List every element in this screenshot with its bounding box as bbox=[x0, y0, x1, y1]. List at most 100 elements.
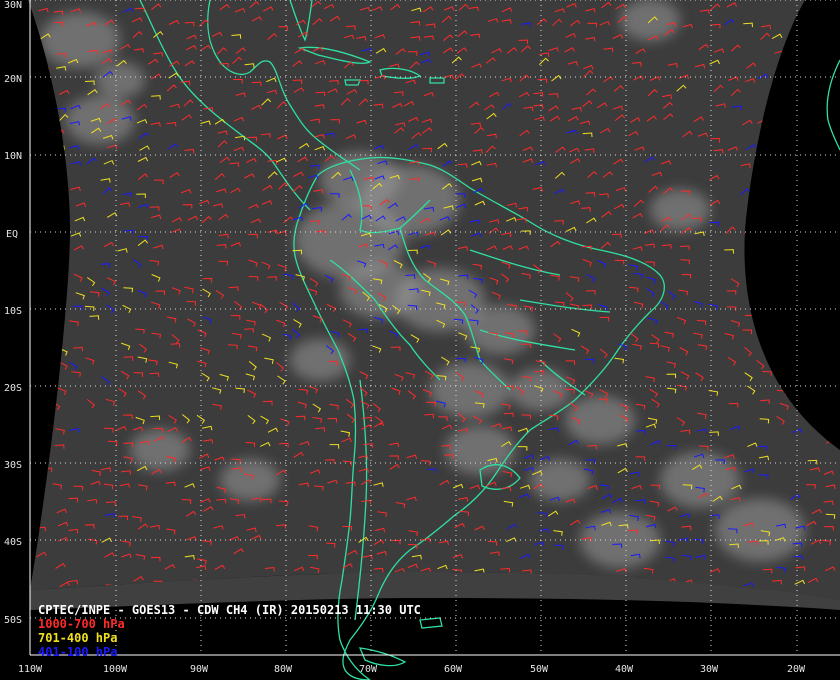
cloud-patch bbox=[510, 369, 570, 411]
wind-barb-icon bbox=[42, 206, 54, 211]
wind-barb-icon bbox=[36, 300, 46, 309]
cloud-patch bbox=[650, 189, 710, 231]
wind-barb-icon bbox=[779, 225, 790, 233]
legend-low-level: 1000-700 hPa bbox=[38, 617, 125, 631]
wind-barb-icon bbox=[806, 132, 817, 140]
wind-barb-icon bbox=[39, 102, 50, 110]
wind-barb-icon bbox=[808, 51, 819, 57]
wind-barb-icon bbox=[810, 65, 821, 70]
wind-barb-icon bbox=[825, 233, 835, 238]
legend-high-level: 401-100 hPa bbox=[38, 645, 118, 659]
wind-barb-icon bbox=[823, 375, 832, 385]
wind-barb-icon bbox=[763, 287, 774, 292]
longitude-labels: 110W 100W 90W 80W 70W 60W 50W 40W 30W 20… bbox=[18, 664, 806, 675]
wind-barb-icon bbox=[823, 427, 835, 433]
lat-label: 30N bbox=[4, 0, 22, 11]
wind-barb-icon bbox=[811, 171, 823, 176]
wind-barb-icon bbox=[758, 132, 770, 138]
cloud-patch bbox=[130, 429, 190, 471]
lon-label: 60W bbox=[444, 664, 463, 675]
wind-barb-icon bbox=[788, 112, 799, 120]
wind-barb-icon bbox=[776, 201, 787, 209]
wind-barb-icon bbox=[38, 127, 49, 135]
map-caption: CPTEC/INPE - GOES13 - CDW CH4 (IR) 20150… bbox=[38, 603, 421, 659]
wind-barb-icon bbox=[778, 173, 789, 178]
wind-barb-icon bbox=[39, 451, 50, 457]
wind-barb-icon bbox=[776, 77, 786, 82]
wind-barb-icon bbox=[825, 401, 835, 409]
lon-label: 90W bbox=[190, 664, 209, 675]
wind-barb-icon bbox=[808, 375, 818, 382]
latitude-labels: 30N 20N 10N EQ 10S 20S 30S 40S 50S bbox=[4, 0, 22, 626]
wind-barb-icon bbox=[43, 275, 54, 280]
wind-barb-icon bbox=[760, 217, 771, 223]
wind-barb-icon bbox=[794, 203, 805, 209]
wind-barb-icon bbox=[37, 123, 48, 128]
cloud-patch bbox=[220, 459, 280, 501]
cloud-patch bbox=[660, 452, 740, 508]
wind-barb-icon bbox=[773, 314, 783, 324]
wind-barb-icon bbox=[779, 275, 788, 285]
wind-barb-icon bbox=[52, 260, 62, 269]
wind-barb-icon bbox=[807, 239, 818, 248]
wind-barb-icon bbox=[825, 359, 835, 367]
wind-barb-icon bbox=[794, 188, 805, 194]
wind-barb-icon bbox=[791, 161, 802, 167]
lon-label: 40W bbox=[615, 664, 634, 675]
wind-barb-icon bbox=[806, 413, 816, 418]
wind-barb-icon bbox=[41, 428, 52, 434]
wind-barb-icon bbox=[58, 234, 68, 240]
cloud-patch bbox=[430, 362, 510, 418]
wind-barb-icon bbox=[54, 328, 63, 339]
lon-label: 70W bbox=[359, 664, 378, 675]
lon-label: 100W bbox=[103, 664, 128, 675]
cloud-patch bbox=[290, 339, 350, 381]
wind-barb-icon bbox=[760, 258, 771, 264]
wind-barb-icon bbox=[777, 90, 788, 96]
wind-barb-icon bbox=[804, 260, 814, 267]
legend-mid-level: 701-400 hPa bbox=[38, 631, 118, 645]
wind-barb-icon bbox=[756, 306, 767, 313]
lat-label: 10S bbox=[4, 306, 22, 317]
wind-barb-icon bbox=[54, 156, 64, 165]
coast-africa bbox=[826, 59, 840, 151]
lon-label: 110W bbox=[18, 664, 43, 675]
wind-barb-icon bbox=[55, 178, 66, 183]
cloud-patch bbox=[95, 62, 145, 98]
lat-label: 30S bbox=[4, 460, 22, 471]
map-canvas: 30N 20N 10N EQ 10S 20S 30S 40S 50S 110W … bbox=[4, 0, 840, 680]
wind-barb-icon bbox=[779, 62, 790, 69]
cloud-patch bbox=[565, 395, 635, 445]
wind-barb-icon bbox=[39, 67, 50, 72]
map-title: CPTEC/INPE - GOES13 - CDW CH4 (IR) 20150… bbox=[38, 603, 421, 617]
cloud-patch bbox=[715, 498, 805, 562]
wind-barb-icon bbox=[791, 60, 802, 68]
wind-barb-icon bbox=[807, 389, 817, 399]
wind-barb-icon bbox=[745, 273, 756, 278]
wind-barb-icon bbox=[788, 148, 798, 154]
wind-barb-icon bbox=[804, 102, 815, 108]
satellite-map: 30N 20N 10N EQ 10S 20S 30S 40S 50S 110W … bbox=[0, 0, 840, 680]
lat-label: EQ bbox=[6, 229, 18, 240]
wind-barb-icon bbox=[822, 147, 833, 153]
wind-barb-icon bbox=[773, 358, 783, 367]
wind-barb-icon bbox=[810, 216, 821, 221]
wind-barb-icon bbox=[54, 145, 65, 150]
lon-label: 30W bbox=[700, 664, 719, 675]
wind-barb-icon bbox=[804, 16, 815, 22]
wind-barb-icon bbox=[821, 303, 831, 313]
wind-barb-icon bbox=[811, 305, 822, 311]
wind-barb-icon bbox=[804, 291, 814, 298]
wind-barb-icon bbox=[827, 177, 838, 182]
wind-barb-icon bbox=[808, 204, 819, 210]
wind-barb-icon bbox=[38, 219, 50, 224]
wind-barb-icon bbox=[778, 147, 789, 153]
wind-barb-icon bbox=[824, 77, 836, 83]
wind-barb-icon bbox=[53, 288, 64, 294]
lat-label: 10N bbox=[4, 151, 22, 162]
wind-barb-icon bbox=[827, 216, 838, 223]
wind-barb-icon bbox=[42, 374, 53, 380]
wind-barb-icon bbox=[773, 105, 784, 110]
lon-label: 50W bbox=[530, 664, 549, 675]
lon-label: 20W bbox=[787, 664, 806, 675]
